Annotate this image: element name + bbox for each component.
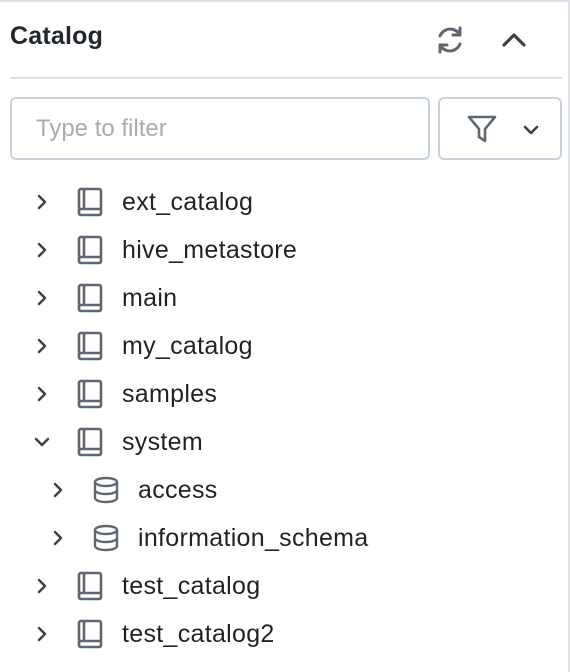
chevron-right-icon[interactable] (32, 576, 52, 596)
tree-item[interactable]: information_schema (0, 514, 560, 562)
tree-item-label: test_catalog2 (122, 620, 275, 648)
catalog-book-icon (75, 571, 105, 601)
chevron-right-icon[interactable] (32, 240, 52, 260)
catalog-panel: Catalog ext_catalog hive_metastoremain my_… (0, 0, 570, 672)
catalog-book-icon (75, 283, 105, 313)
chevron-down-icon (523, 125, 539, 135)
chevron-right-icon[interactable] (32, 336, 52, 356)
tree-item-label: test_catalog (122, 572, 261, 600)
catalog-book-icon (75, 619, 105, 649)
collapse-button[interactable] (496, 22, 532, 58)
chevron-down-icon[interactable] (32, 432, 52, 452)
tree-item-label: access (138, 476, 218, 504)
chevron-right-icon[interactable] (48, 480, 68, 500)
catalog-book-icon (75, 427, 105, 457)
funnel-icon (467, 115, 497, 143)
chevron-right-icon[interactable] (48, 528, 68, 548)
tree-item-label: system (122, 428, 203, 456)
tree-item-label: samples (122, 380, 218, 408)
tree-item[interactable]: system (0, 418, 560, 466)
refresh-icon (438, 26, 462, 54)
tree-item[interactable]: test_catalog2 (0, 610, 560, 658)
chevron-right-icon[interactable] (32, 624, 52, 644)
database-icon (91, 523, 121, 553)
catalog-book-icon (75, 379, 105, 409)
catalog-book-icon (75, 331, 105, 361)
tree-item-label: my_catalog (122, 332, 253, 360)
refresh-button[interactable] (432, 22, 468, 58)
tree-item[interactable]: main (0, 274, 560, 322)
tree-item[interactable]: access (0, 466, 560, 514)
tree-item-label: information_schema (138, 524, 369, 552)
tree-item-label: ext_catalog (122, 188, 254, 216)
catalog-book-icon (75, 187, 105, 217)
filter-input[interactable] (10, 97, 430, 160)
panel-title: Catalog (10, 22, 104, 50)
tree-item[interactable]: hive_metastore (0, 226, 560, 274)
tree-item-label: main (122, 284, 178, 312)
catalog-book-icon (75, 235, 105, 265)
tree-item[interactable]: samples (0, 370, 560, 418)
chevron-right-icon[interactable] (32, 192, 52, 212)
tree-item[interactable]: test_catalog (0, 562, 560, 610)
filter-type-dropdown[interactable] (438, 97, 562, 160)
tree-item[interactable]: my_catalog (0, 322, 560, 370)
chevron-right-icon[interactable] (32, 384, 52, 404)
chevron-right-icon[interactable] (32, 288, 52, 308)
database-icon (91, 475, 121, 505)
chevron-up-icon (502, 33, 526, 47)
tree-item[interactable]: ext_catalog (0, 178, 560, 226)
tree-item-label: hive_metastore (122, 236, 298, 264)
panel-header: Catalog (10, 2, 562, 79)
